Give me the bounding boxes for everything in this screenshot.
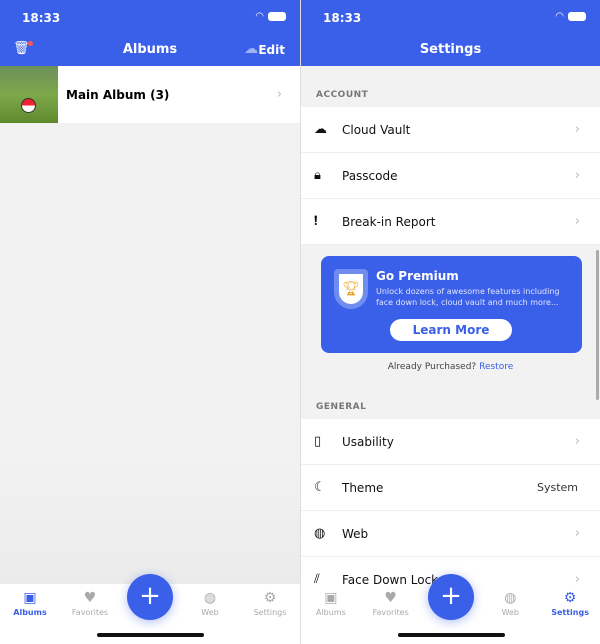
- globe-icon: ◍: [203, 590, 217, 606]
- add-button[interactable]: +: [428, 574, 474, 620]
- premium-title: Go Premium: [376, 269, 459, 283]
- album-thumbnail: [0, 66, 58, 123]
- section-general: GENERAL: [316, 402, 367, 412]
- section-account: ACCOUNT: [316, 90, 369, 100]
- albums-screen: 18:33 ◠ 🗑 Albums ☁ Edit Main Album (3) ›…: [0, 0, 300, 644]
- tab-albums[interactable]: ▣ Albums: [301, 584, 361, 644]
- tab-albums[interactable]: ▣ Albums: [0, 584, 60, 644]
- cloud-icon: ☁: [314, 122, 327, 137]
- chevron-right-icon: ›: [574, 122, 580, 137]
- battery-icon: [568, 12, 586, 21]
- tab-settings[interactable]: ⚙ Settings: [540, 584, 600, 644]
- chevron-right-icon: ›: [574, 526, 580, 541]
- status-bar: 18:33 ◠: [0, 0, 300, 34]
- status-bar: 18:33 ◠: [301, 0, 600, 34]
- restore-link[interactable]: Restore: [479, 362, 513, 372]
- photos-icon: ▣: [23, 590, 37, 606]
- album-name: Main Album (3): [66, 87, 170, 102]
- status-time: 18:33: [22, 11, 61, 25]
- page-title: Settings: [419, 42, 482, 57]
- learn-more-button[interactable]: Learn More: [390, 319, 512, 341]
- globe-icon: ◍: [504, 590, 517, 606]
- home-indicator: [97, 633, 204, 637]
- chevron-right-icon: ›: [276, 87, 282, 102]
- chevron-right-icon: ›: [574, 168, 580, 183]
- chevron-right-icon: ›: [574, 214, 580, 229]
- row-web[interactable]: ◍ Web ›: [301, 511, 600, 557]
- battery-icon: [268, 12, 286, 21]
- theme-value: System: [536, 481, 578, 494]
- tab-settings[interactable]: ⚙ Settings: [240, 584, 300, 644]
- gear-icon: ⚙: [263, 590, 277, 606]
- heart-icon: ♥: [384, 590, 397, 606]
- chevron-right-icon: ›: [574, 434, 580, 449]
- row-cloud-vault[interactable]: ☁ Cloud Vault ›: [301, 107, 600, 153]
- moon-icon: ☾: [314, 480, 326, 495]
- scrollbar[interactable]: [596, 250, 599, 400]
- globe-icon: ◍: [314, 526, 326, 541]
- row-usability[interactable]: ▯ Usability ›: [301, 419, 600, 465]
- row-break-in-report[interactable]: ❗︎ Break-in Report ›: [301, 199, 600, 245]
- album-row[interactable]: Main Album (3) ›: [0, 66, 300, 123]
- status-time: 18:33: [323, 11, 362, 25]
- nav-bar: 🗑 Albums ☁ Edit: [0, 34, 300, 66]
- row-passcode[interactable]: 🔒︎ Passcode ›: [301, 153, 600, 199]
- heart-icon: ♥: [83, 590, 97, 606]
- gear-icon: ⚙: [563, 590, 577, 606]
- phone-icon: ▯: [314, 434, 322, 449]
- premium-card: 🏆︎ Go Premium Unlock dozens of awesome f…: [321, 256, 582, 353]
- lock-icon: 🔒︎: [314, 168, 321, 183]
- premium-description: Unlock dozens of awesome features includ…: [376, 287, 560, 307]
- row-theme[interactable]: ☾ Theme System: [301, 465, 600, 511]
- trophy-shield-icon: 🏆︎: [334, 269, 368, 309]
- account-list: ☁ Cloud Vault › 🔒︎ Passcode › ❗︎ Break-in Rep…: [301, 107, 600, 245]
- photos-icon: ▣: [324, 590, 338, 606]
- settings-screen: 18:33 ◠ Settings ACCOUNT ☁ Cloud Vault › 🔒…: [300, 0, 600, 644]
- wifi-icon: ◠: [555, 11, 564, 22]
- edit-button[interactable]: Edit: [258, 43, 285, 57]
- already-purchased-text: Already Purchased?: [387, 362, 477, 372]
- cloud-icon[interactable]: ☁: [244, 41, 258, 57]
- nav-bar: Settings: [301, 34, 600, 66]
- add-button[interactable]: +: [127, 574, 173, 620]
- wifi-icon: ◠: [255, 11, 264, 22]
- alert-icon: ❗︎: [314, 214, 318, 229]
- home-indicator: [398, 633, 505, 637]
